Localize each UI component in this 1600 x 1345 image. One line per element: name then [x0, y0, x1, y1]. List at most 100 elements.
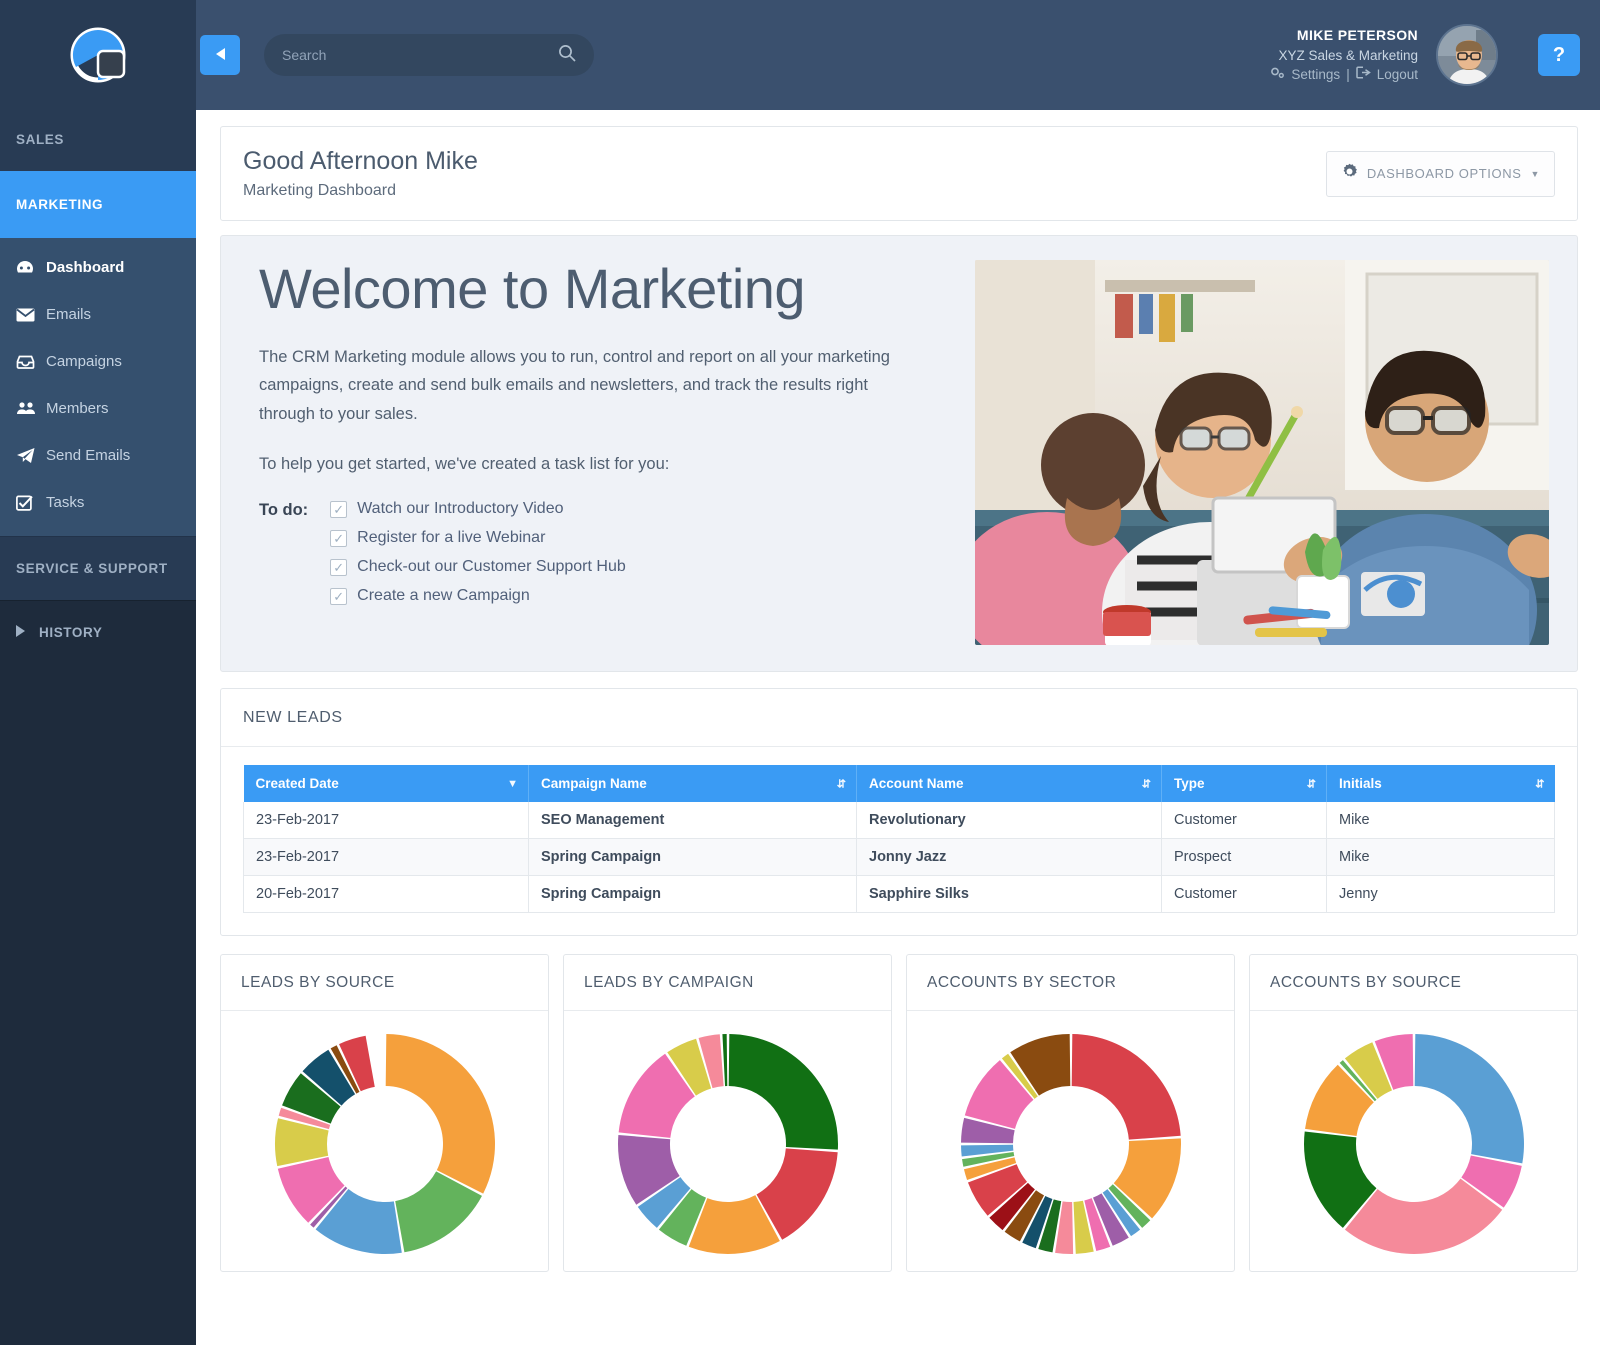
todo-label: To do: — [259, 500, 308, 605]
cell-campaign-name: Spring Campaign — [529, 876, 857, 913]
welcome-paragraph-1: The CRM Marketing module allows you to r… — [259, 343, 899, 428]
donut-slice[interactable] — [385, 1034, 494, 1194]
sidebar-item-dashboard[interactable]: Dashboard — [0, 244, 196, 291]
sidebar-item-dashboard-label: Dashboard — [46, 259, 124, 276]
column-header-type-label: Type — [1174, 776, 1205, 791]
sidebar-item-tasks[interactable]: Tasks — [0, 479, 196, 526]
search-icon[interactable] — [558, 44, 576, 67]
table-row[interactable]: 23-Feb-2017 SEO Management Revolutionary… — [244, 802, 1555, 839]
cell-type: Prospect — [1162, 839, 1327, 876]
sort-both-icon: ⇵ — [1535, 777, 1544, 790]
help-button[interactable]: ? — [1538, 34, 1580, 76]
sidebar-logo[interactable] — [0, 0, 196, 114]
donut-chart-leads-by-campaign[interactable] — [564, 1011, 891, 1271]
todo-item[interactable]: ✓ Register for a live Webinar — [330, 529, 626, 547]
column-header-campaign-name-label: Campaign Name — [541, 776, 647, 791]
search-box[interactable] — [264, 34, 594, 76]
top-bar: MIKE PETERSON XYZ Sales & Marketing Sett… — [196, 0, 1600, 110]
sidebar-item-send-emails-label: Send Emails — [46, 447, 130, 464]
sidebar-section-service-support[interactable]: SERVICE & SUPPORT — [0, 536, 196, 600]
new-leads-table: Created Date ▼ Campaign Name ⇵ Account N… — [243, 765, 1555, 913]
search-input[interactable] — [282, 47, 558, 63]
greeting-text: Good Afternoon Mike Marketing Dashboard — [243, 147, 478, 200]
sidebar-section-service-support-label: SERVICE & SUPPORT — [16, 561, 168, 576]
welcome-panel: Welcome to Marketing The CRM Marketing m… — [220, 235, 1578, 672]
sort-both-icon: ⇵ — [1142, 777, 1151, 790]
settings-link[interactable]: Settings — [1291, 65, 1340, 85]
welcome-title: Welcome to Marketing — [259, 260, 955, 319]
checkbox-checked-icon[interactable]: ✓ — [330, 530, 347, 547]
chart-card-accounts-by-source: ACCOUNTS BY SOURCE — [1249, 954, 1578, 1272]
column-header-type[interactable]: Type ⇵ — [1162, 765, 1327, 802]
chart-card-leads-by-source: LEADS BY SOURCE — [220, 954, 549, 1272]
chevron-down-icon: ▼ — [1530, 169, 1540, 179]
charts-row: LEADS BY SOURCE LEADS BY CAMPAIGN ACCOUN… — [220, 954, 1578, 1272]
donut-chart-leads-by-source[interactable] — [221, 1011, 548, 1271]
user-company: XYZ Sales & Marketing — [1270, 46, 1418, 66]
column-header-initials[interactable]: Initials ⇵ — [1327, 765, 1555, 802]
chart-card-accounts-by-sector: ACCOUNTS BY SECTOR — [906, 954, 1235, 1272]
todo-item[interactable]: ✓ Watch our Introductory Video — [330, 500, 626, 518]
welcome-text-column: Welcome to Marketing The CRM Marketing m… — [259, 260, 955, 645]
sort-both-icon: ⇵ — [837, 777, 846, 790]
cell-initials: Mike — [1327, 802, 1555, 839]
chart-title-accounts-by-sector: ACCOUNTS BY SECTOR — [907, 955, 1234, 1011]
main-column: MIKE PETERSON XYZ Sales & Marketing Sett… — [196, 0, 1600, 1345]
todo-section: To do: ✓ Watch our Introductory Video ✓ … — [259, 500, 955, 605]
sidebar-section-marketing-label: MARKETING — [16, 197, 103, 212]
chart-title-leads-by-source: LEADS BY SOURCE — [221, 955, 548, 1011]
column-header-created-date[interactable]: Created Date ▼ — [244, 765, 529, 802]
donut-slice[interactable] — [1414, 1034, 1523, 1163]
todo-item-label: Check-out our Customer Support Hub — [357, 558, 626, 576]
table-row[interactable]: 23-Feb-2017 Spring Campaign Jonny Jazz P… — [244, 839, 1555, 876]
checkbox-checked-icon[interactable]: ✓ — [330, 559, 347, 576]
paper-plane-icon — [16, 447, 46, 464]
donut-slice[interactable] — [722, 1034, 727, 1086]
sidebar-item-members-label: Members — [46, 400, 109, 417]
donut-chart-accounts-by-sector[interactable] — [907, 1011, 1234, 1271]
sidebar-history[interactable]: HISTORY — [0, 600, 196, 664]
checkbox-checked-icon[interactable]: ✓ — [330, 588, 347, 605]
cell-created-date: 20-Feb-2017 — [244, 876, 529, 913]
gear-icon — [1341, 163, 1358, 185]
new-leads-card: NEW LEADS Created Date ▼ Campaign Name — [220, 688, 1578, 936]
dashboard-options-label: DASHBOARD OPTIONS — [1367, 166, 1522, 181]
donut-chart-accounts-by-source[interactable] — [1250, 1011, 1577, 1271]
chart-title-accounts-by-source: ACCOUNTS BY SOURCE — [1250, 955, 1577, 1011]
envelope-icon — [16, 308, 46, 322]
sidebar: SALES MARKETING Dashboard Emails — [0, 0, 196, 1345]
user-info: MIKE PETERSON XYZ Sales & Marketing Sett… — [1270, 25, 1418, 84]
sidebar-item-send-emails[interactable]: Send Emails — [0, 432, 196, 479]
sidebar-item-emails[interactable]: Emails — [0, 291, 196, 338]
sidebar-collapse-button[interactable] — [200, 35, 240, 75]
sidebar-item-campaigns-label: Campaigns — [46, 353, 122, 370]
checkbox-checked-icon[interactable]: ✓ — [330, 501, 347, 518]
sidebar-section-sales[interactable]: SALES — [0, 114, 196, 171]
cell-campaign-name: Spring Campaign — [529, 839, 857, 876]
table-body: 23-Feb-2017 SEO Management Revolutionary… — [244, 802, 1555, 913]
donut-slice[interactable] — [1113, 1138, 1180, 1218]
sidebar-item-campaigns[interactable]: Campaigns — [0, 338, 196, 385]
todo-item[interactable]: ✓ Check-out our Customer Support Hub — [330, 558, 626, 576]
sidebar-item-tasks-label: Tasks — [46, 494, 84, 511]
logout-link[interactable]: Logout — [1377, 65, 1418, 85]
sidebar-item-members[interactable]: Members — [0, 385, 196, 432]
new-leads-title: NEW LEADS — [221, 689, 1577, 747]
app-root: SALES MARKETING Dashboard Emails — [0, 0, 1600, 1345]
page-title: Good Afternoon Mike — [243, 147, 478, 176]
column-header-account-name[interactable]: Account Name ⇵ — [857, 765, 1162, 802]
table-header: Created Date ▼ Campaign Name ⇵ Account N… — [244, 765, 1555, 802]
sidebar-section-marketing[interactable]: MARKETING — [0, 171, 196, 238]
user-avatar[interactable] — [1436, 24, 1498, 86]
table-row[interactable]: 20-Feb-2017 Spring Campaign Sapphire Sil… — [244, 876, 1555, 913]
donut-slice[interactable] — [1071, 1034, 1180, 1140]
crm-logo-icon — [62, 21, 134, 93]
dashboard-options-button[interactable]: DASHBOARD OPTIONS ▼ — [1326, 151, 1555, 197]
todo-item-label: Create a new Campaign — [357, 587, 530, 605]
sidebar-menu: Dashboard Emails Campaigns Members — [0, 238, 196, 536]
gears-icon — [1270, 65, 1285, 85]
donut-slice[interactable] — [728, 1034, 837, 1150]
chart-card-leads-by-campaign: LEADS BY CAMPAIGN — [563, 954, 892, 1272]
column-header-campaign-name[interactable]: Campaign Name ⇵ — [529, 765, 857, 802]
todo-item[interactable]: ✓ Create a new Campaign — [330, 587, 626, 605]
